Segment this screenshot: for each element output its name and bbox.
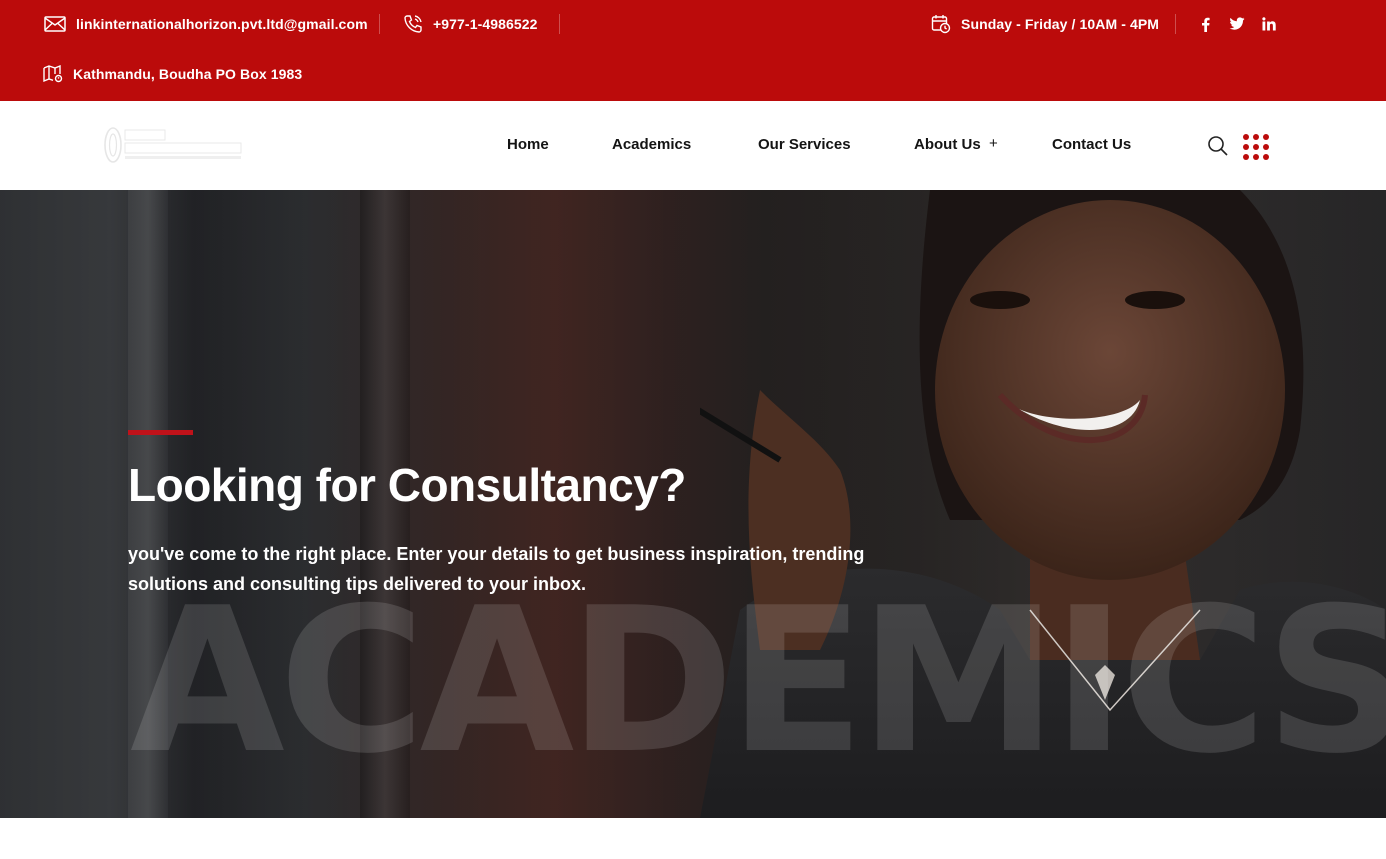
top-contact-bar: linkinternationalhorizon.pvt.ltd@gmail.c… <box>0 0 1386 101</box>
map-icon <box>43 65 63 83</box>
menu-grid-button[interactable] <box>1243 134 1271 160</box>
social-links <box>1197 14 1277 34</box>
hero-background-word: ACADEMICS <box>130 565 1386 798</box>
phone-contact[interactable]: +977-1-4986522 <box>403 14 538 34</box>
address-text: Kathmandu, Boudha PO Box 1983 <box>73 66 303 82</box>
hero-title: Looking for Consultancy? <box>128 459 686 511</box>
facebook-icon[interactable] <box>1197 14 1213 34</box>
nav-about-us[interactable]: About Us <box>914 136 981 153</box>
envelope-icon <box>44 16 66 32</box>
twitter-icon[interactable] <box>1229 14 1245 34</box>
grid-dot-icon <box>1253 154 1259 160</box>
main-nav: Home Academics Our Services About Us + C… <box>0 101 1386 190</box>
nav-home[interactable]: Home <box>507 136 549 153</box>
search-icon <box>1208 136 1228 156</box>
main-header: Home Academics Our Services About Us + C… <box>0 101 1386 190</box>
phone-icon <box>404 15 422 33</box>
email-text: linkinternationalhorizon.pvt.ltd@gmail.c… <box>76 16 368 32</box>
address-contact: Kathmandu, Boudha PO Box 1983 <box>43 64 302 84</box>
hero-accent-line <box>128 430 193 435</box>
divider <box>379 14 380 34</box>
grid-dot-icon <box>1243 144 1249 150</box>
nav-academics[interactable]: Academics <box>612 136 691 153</box>
grid-dot-icon <box>1263 154 1269 160</box>
grid-dot-icon <box>1243 154 1249 160</box>
grid-dot-icon <box>1263 144 1269 150</box>
phone-text: +977-1-4986522 <box>433 16 538 32</box>
grid-dot-icon <box>1253 134 1259 140</box>
grid-dot-icon <box>1263 134 1269 140</box>
linkedin-icon[interactable] <box>1261 14 1277 34</box>
hours-text: Sunday - Friday / 10AM - 4PM <box>961 16 1160 32</box>
grid-dot-icon <box>1253 144 1259 150</box>
divider <box>1175 14 1176 34</box>
nav-our-services[interactable]: Our Services <box>758 136 851 153</box>
office-hours: Sunday - Friday / 10AM - 4PM <box>931 14 1159 34</box>
grid-dot-icon <box>1243 134 1249 140</box>
nav-contact-us[interactable]: Contact Us <box>1052 136 1131 153</box>
hero-description: you've come to the right place. Enter yo… <box>128 544 865 594</box>
hero-banner: ACADEMICS Looking for Consultancy? you'v… <box>0 190 1386 818</box>
divider <box>559 14 560 34</box>
email-contact[interactable]: linkinternationalhorizon.pvt.ltd@gmail.c… <box>44 14 368 34</box>
calendar-clock-icon <box>931 15 951 34</box>
search-button[interactable] <box>1207 135 1229 157</box>
nav-about-expand-icon[interactable]: + <box>989 135 998 152</box>
